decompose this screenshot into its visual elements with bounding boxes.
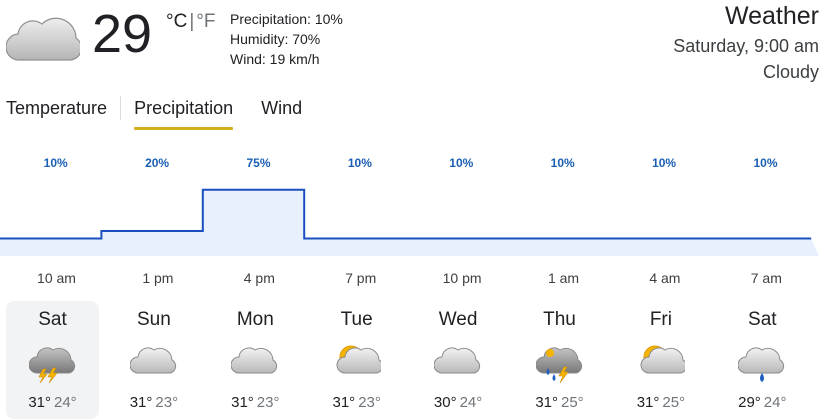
day-card-tue-3[interactable]: Tue 31° 23°	[310, 301, 403, 419]
precipitation-label: 10%	[348, 156, 372, 170]
partly-cloudy-icon	[640, 345, 685, 374]
time-label: 7 am	[750, 270, 782, 286]
high-temperature: 31°	[129, 394, 153, 411]
day-name: Sat	[38, 309, 67, 330]
precipitation-label: 75%	[246, 156, 270, 170]
high-temperature: 31°	[332, 394, 356, 411]
time-label: 1 am	[547, 270, 580, 286]
high-temperature: 29°	[738, 394, 761, 411]
rain-icon	[738, 347, 785, 382]
precipitation-label: 10%	[449, 156, 473, 170]
day-temperatures: 31° 23°	[107, 393, 200, 413]
low-temperature: 23°	[155, 394, 179, 411]
day-name: Wed	[438, 309, 478, 330]
thunderstorm-icon	[28, 347, 75, 383]
storm-rain-icon	[535, 347, 582, 383]
time-label: 1 pm	[142, 270, 174, 286]
day-name: Sun	[136, 309, 171, 330]
precipitation-label: 10%	[753, 156, 777, 170]
high-temperature: 31°	[535, 394, 558, 411]
precipitation-area	[0, 189, 819, 256]
day-name: Thu	[543, 309, 576, 330]
cloud-icon	[231, 347, 278, 374]
low-temperature: 23°	[256, 394, 280, 411]
tab-precipitation[interactable]: Precipitation	[134, 92, 234, 132]
low-temperature: 24°	[459, 394, 483, 411]
day-name: Tue	[340, 309, 373, 330]
current-metrics: Precipitation: 10% Humidity: 70% Wind: 1…	[230, 9, 343, 69]
day-temperatures: 31° 25°	[513, 393, 606, 413]
precipitation-chart: 10% 20% 75% 10% 10% 10% 10% 10%	[0, 156, 819, 256]
time-label: 10 pm	[442, 270, 482, 286]
day-temperatures: 31° 24°	[6, 393, 99, 413]
time-axis: 10 am 1 pm 4 pm 7 pm 10 pm 1 am 4 am 7 am	[0, 270, 819, 290]
precipitation-line	[0, 188, 812, 240]
fahrenheit-toggle[interactable]: °F	[196, 11, 215, 32]
cloud-icon	[129, 347, 176, 374]
day-temperatures: 29° 24°	[716, 393, 809, 413]
tab-divider	[120, 96, 122, 120]
day-card-wed-4[interactable]: Wed 30° 24°	[412, 301, 505, 419]
low-temperature: 24°	[763, 394, 787, 411]
low-temperature: 23°	[358, 394, 381, 411]
day-name: Sat	[748, 309, 777, 330]
precipitation-label: 10%	[551, 156, 575, 170]
time-label: 10 am	[37, 270, 76, 286]
wind-text: Wind: 19 km/h	[230, 51, 320, 67]
low-temperature: 24°	[54, 394, 77, 411]
precipitation-label: 20%	[145, 156, 169, 170]
partly-cloudy-icon	[336, 345, 381, 374]
high-temperature: 31°	[636, 394, 660, 411]
day-card-sat-0[interactable]: Sat 31° 24°	[6, 301, 99, 419]
day-temperatures: 31° 25°	[614, 393, 707, 413]
day-temperatures: 31° 23°	[310, 393, 403, 413]
high-temperature: 31°	[231, 394, 254, 411]
weather-condition: Cloudy	[762, 62, 819, 82]
current-temperature: 29	[92, 4, 153, 64]
day-card-sun-1[interactable]: Sun 31° 23°	[107, 301, 200, 419]
unit-separator: |	[189, 11, 195, 32]
low-temperature: 25°	[662, 394, 686, 411]
precipitation-label: 10%	[652, 156, 676, 170]
weather-title: Weather	[724, 2, 819, 30]
day-temperatures: 31° 23°	[209, 393, 302, 413]
celsius-toggle[interactable]: °C	[166, 11, 187, 32]
time-label: 4 pm	[243, 270, 275, 286]
day-card-sat-7[interactable]: Sat 29° 24°	[716, 301, 809, 419]
weather-datetime: Saturday, 9:00 am	[673, 36, 819, 56]
daily-forecast: Sat 31° 24° Sun 31° 23° Mon 31° 23° Tue 31° 23°…	[6, 301, 819, 419]
high-temperature: 31°	[28, 394, 51, 411]
location-summary: Weather Saturday, 9:00 am Cloudy	[559, 0, 819, 85]
high-temperature: 30°	[433, 394, 457, 411]
low-temperature: 25°	[561, 394, 584, 411]
humidity-text: Humidity: 70%	[230, 31, 321, 47]
day-temperatures: 30° 24°	[412, 393, 505, 413]
day-card-thu-5[interactable]: Thu 31° 25°	[513, 301, 606, 419]
tab-wind[interactable]: Wind	[261, 92, 302, 132]
tab-temperature[interactable]: Temperature	[6, 92, 107, 132]
day-name: Mon	[236, 309, 274, 330]
day-name: Fri	[649, 309, 672, 330]
unit-toggle: °C | °F	[166, 11, 215, 33]
day-card-mon-2[interactable]: Mon 31° 23°	[209, 301, 302, 419]
cloud-icon	[6, 17, 80, 61]
precipitation-label: 10%	[44, 156, 68, 170]
time-label: 4 am	[649, 270, 681, 286]
precipitation-text: Precipitation: 10%	[230, 11, 343, 27]
time-label: 7 pm	[345, 270, 377, 286]
cloud-icon	[434, 347, 481, 374]
day-card-fri-6[interactable]: Fri 31° 25°	[614, 301, 707, 419]
metric-tabs: Temperature Precipitation Wind	[6, 92, 302, 132]
